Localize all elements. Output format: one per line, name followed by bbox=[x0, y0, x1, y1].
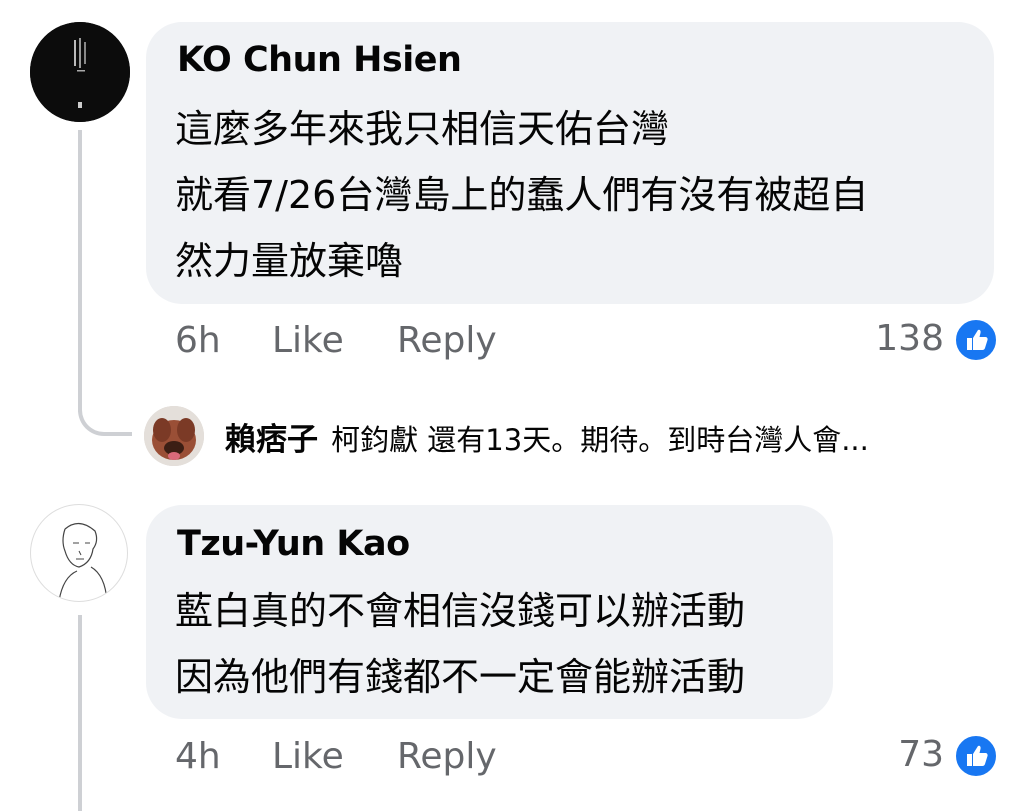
commenter-avatar-ko-chun-hsien[interactable] bbox=[30, 22, 130, 122]
comment-text-line: 然力量放棄嚕 bbox=[175, 239, 404, 283]
thread-connector-vertical bbox=[78, 615, 82, 811]
comment-timestamp[interactable]: 6h bbox=[175, 320, 221, 361]
comment-timestamp[interactable]: 4h bbox=[175, 736, 221, 777]
reaction-count[interactable]: 73 bbox=[898, 734, 944, 775]
comment-text-line: 就看7/26台灣島上的蠢人們有沒有被超自 bbox=[175, 173, 869, 217]
reply-button[interactable]: Reply bbox=[397, 736, 497, 777]
reply-avatar[interactable] bbox=[144, 406, 204, 466]
reply-button[interactable]: Reply bbox=[397, 320, 497, 361]
reply-author[interactable]: 賴痞子 bbox=[225, 422, 318, 458]
comment-text-line: 這麼多年來我只相信天佑台灣 bbox=[175, 107, 670, 151]
like-button[interactable]: Like bbox=[272, 736, 344, 777]
thumbs-up-icon[interactable] bbox=[954, 734, 998, 778]
commenter-avatar-tzu-yun-kao[interactable] bbox=[30, 504, 128, 602]
dog-face-avatar-icon bbox=[144, 406, 204, 466]
comment-text-line: 因為他們有錢都不一定會能辦活動 bbox=[175, 655, 746, 699]
comment-author[interactable]: Tzu-Yun Kao bbox=[177, 524, 410, 564]
thumbs-up-icon[interactable] bbox=[954, 318, 998, 362]
like-button[interactable]: Like bbox=[272, 320, 344, 361]
book-cover-avatar-icon bbox=[30, 22, 130, 122]
comment-author[interactable]: KO Chun Hsien bbox=[177, 40, 462, 80]
reply-preview-text: 柯鈞獻 還有13天。期待。到時台灣人會... bbox=[331, 423, 869, 457]
reaction-count[interactable]: 138 bbox=[875, 318, 944, 359]
thread-connector-vertical bbox=[78, 130, 82, 412]
sketch-portrait-avatar-icon bbox=[58, 522, 108, 601]
comment-text-line: 藍白真的不會相信沒錢可以辦活動 bbox=[175, 589, 746, 633]
reply-preview[interactable]: 賴痞子 柯鈞獻 還有13天。期待。到時台灣人會... bbox=[225, 414, 869, 459]
thread-connector-curve bbox=[78, 390, 132, 436]
